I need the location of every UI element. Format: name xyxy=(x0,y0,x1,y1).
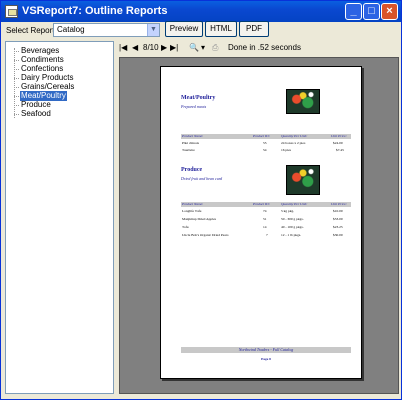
title-bar[interactable]: VSReport7: Outline Reports _ □ × xyxy=(1,1,401,22)
tree-item[interactable]: Seafood xyxy=(14,109,52,119)
report-page: Meat/Poultry Prepared meats Product Name… xyxy=(160,66,362,379)
last-page-icon[interactable]: ▶| xyxy=(170,42,178,54)
table-header: Product Name: Product ID: Quantity Per U… xyxy=(181,202,351,207)
chevron-down-icon[interactable]: ▼ xyxy=(147,24,159,36)
minimize-button[interactable]: _ xyxy=(345,3,362,20)
window-title: VSReport7: Outline Reports xyxy=(22,5,168,17)
prev-page-icon[interactable]: ◀ xyxy=(132,42,138,54)
zoom-chevron-down-icon[interactable]: ▾ xyxy=(201,42,205,54)
table-row: Tourtière 54 16 pies $7.45 xyxy=(182,148,344,152)
select-report-label: Select Report: xyxy=(6,26,57,35)
page-footer: Northwind Traders - Full Catalog xyxy=(181,347,351,353)
zoom-icon[interactable]: 🔍 xyxy=(189,42,199,54)
print-icon[interactable]: ⎙ xyxy=(212,42,218,54)
report-tree[interactable]: Beverages Condiments Confections Dairy P… xyxy=(5,41,114,394)
app-icon xyxy=(5,5,18,18)
section-description: Prepared meats xyxy=(181,104,207,109)
section-title: Meat/Poultry xyxy=(181,95,216,101)
table-row: Tofu 14 40 - 100 g pkgs. $23.25 xyxy=(182,225,343,229)
next-page-icon[interactable]: ▶ xyxy=(161,42,167,54)
page-indicator[interactable]: 8/10 xyxy=(143,42,159,54)
category-photo xyxy=(286,165,320,195)
report-select[interactable]: Catalog ▼ xyxy=(53,23,160,37)
preview-button[interactable]: Preview xyxy=(165,21,203,37)
app-window: VSReport7: Outline Reports _ □ × Select … xyxy=(0,0,402,400)
table-header: Product Name: Product ID: Quantity Per U… xyxy=(181,134,351,139)
preview-pane[interactable]: Meat/Poultry Prepared meats Product Name… xyxy=(119,57,399,394)
maximize-button[interactable]: □ xyxy=(363,3,380,20)
preview-status: Done in .52 seconds xyxy=(228,43,301,52)
section-description: Dried fruit and bean curd xyxy=(181,176,223,181)
category-photo xyxy=(286,89,320,114)
page-number: Page 8 xyxy=(261,357,271,361)
pdf-button[interactable]: PDF xyxy=(239,21,269,37)
html-button[interactable]: HTML xyxy=(205,21,237,37)
table-row: Manjimup Dried Apples 51 50 - 300 g pkgs… xyxy=(182,217,343,221)
section-title: Produce xyxy=(181,167,203,173)
table-row: Uncle Bob's Organic Dried Pears 7 12 - 1… xyxy=(182,233,343,237)
first-page-icon[interactable]: |◀ xyxy=(119,42,127,54)
tree-connector xyxy=(14,48,15,118)
report-select-value: Catalog xyxy=(57,25,85,34)
table-row: Pâté chinois 55 24 boxes x 2 pies $24.00 xyxy=(182,141,343,145)
table-row: Longlife Tofu 74 5 kg pkg. $10.00 xyxy=(182,209,343,213)
close-button[interactable]: × xyxy=(381,3,398,20)
